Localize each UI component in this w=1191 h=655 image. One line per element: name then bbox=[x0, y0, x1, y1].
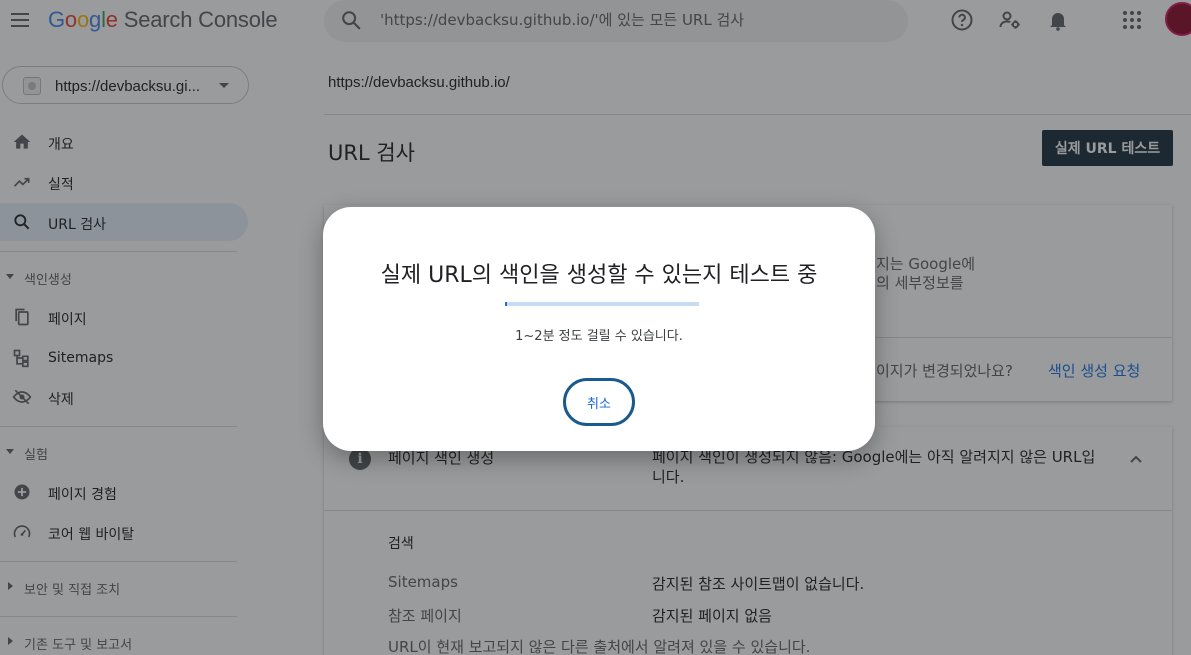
live-test-dialog: 실제 URL의 색인을 생성할 수 있는지 테스트 중 1~2분 정도 걸릴 수… bbox=[323, 207, 875, 451]
dialog-subtitle: 1~2분 정도 걸릴 수 있습니다. bbox=[515, 329, 683, 344]
dialog-title: 실제 URL의 색인을 생성할 수 있는지 테스트 중 bbox=[380, 263, 818, 288]
progress-bar-fill bbox=[505, 302, 507, 306]
cancel-button[interactable]: 취소 bbox=[563, 378, 635, 426]
progress-bar bbox=[505, 302, 699, 306]
